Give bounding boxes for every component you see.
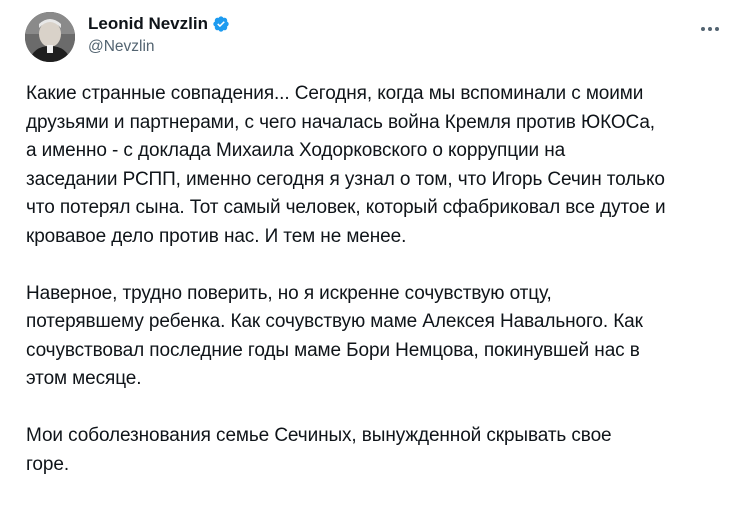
text-line: заседании РСПП, именно сегодня я узнал о…	[26, 168, 665, 190]
tweet-paragraph: Какие странные совпадения... Сегодня, ко…	[26, 80, 726, 251]
text-line: Мои соболезнования семье Сечиных, вынужд…	[26, 425, 612, 446]
display-name[interactable]: Leonid Nevzlin	[88, 14, 208, 34]
display-name-row: Leonid Nevzlin	[88, 13, 230, 35]
tweet-paragraph: Наверное, трудно поверить, но я искренне…	[26, 280, 726, 394]
tweet: Leonid Nevzlin @Nevzlin Какие странные с…	[0, 0, 740, 496]
text-line: Наверное, трудно поверить, но я искренне…	[26, 282, 552, 304]
text-line: сочувствовал последние годы маме Бори Не…	[26, 339, 640, 361]
text-line: горе.	[26, 453, 69, 475]
verified-badge-icon	[212, 15, 230, 33]
text-line: Какие странные совпадения... Сегодня, ко…	[26, 83, 644, 104]
text-line: друзьями и партнерами, с чего началась в…	[26, 111, 655, 133]
text-line: кровавое дело против нас. И тем не менее…	[26, 225, 407, 247]
tweet-text: Какие странные совпадения... Сегодня, ко…	[26, 80, 726, 508]
more-options-button[interactable]	[695, 16, 725, 42]
text-line: а именно - с доклада Михаила Ходорковско…	[26, 140, 566, 161]
text-line: что потерял сына. Тот самый человек, кот…	[26, 197, 666, 218]
tweet-header: Leonid Nevzlin @Nevzlin	[25, 12, 725, 62]
avatar-image	[25, 12, 75, 62]
author-names: Leonid Nevzlin @Nevzlin	[88, 13, 230, 56]
avatar[interactable]	[25, 12, 75, 62]
tweet-paragraph: Мои соболезнования семье Сечиных, вынужд…	[26, 422, 726, 479]
text-line: потерявшему ребенка. Как сочувствую маме…	[26, 311, 643, 332]
more-horizontal-icon	[701, 27, 705, 31]
text-line: этом месяце.	[26, 368, 142, 389]
author-handle[interactable]: @Nevzlin	[88, 38, 230, 56]
